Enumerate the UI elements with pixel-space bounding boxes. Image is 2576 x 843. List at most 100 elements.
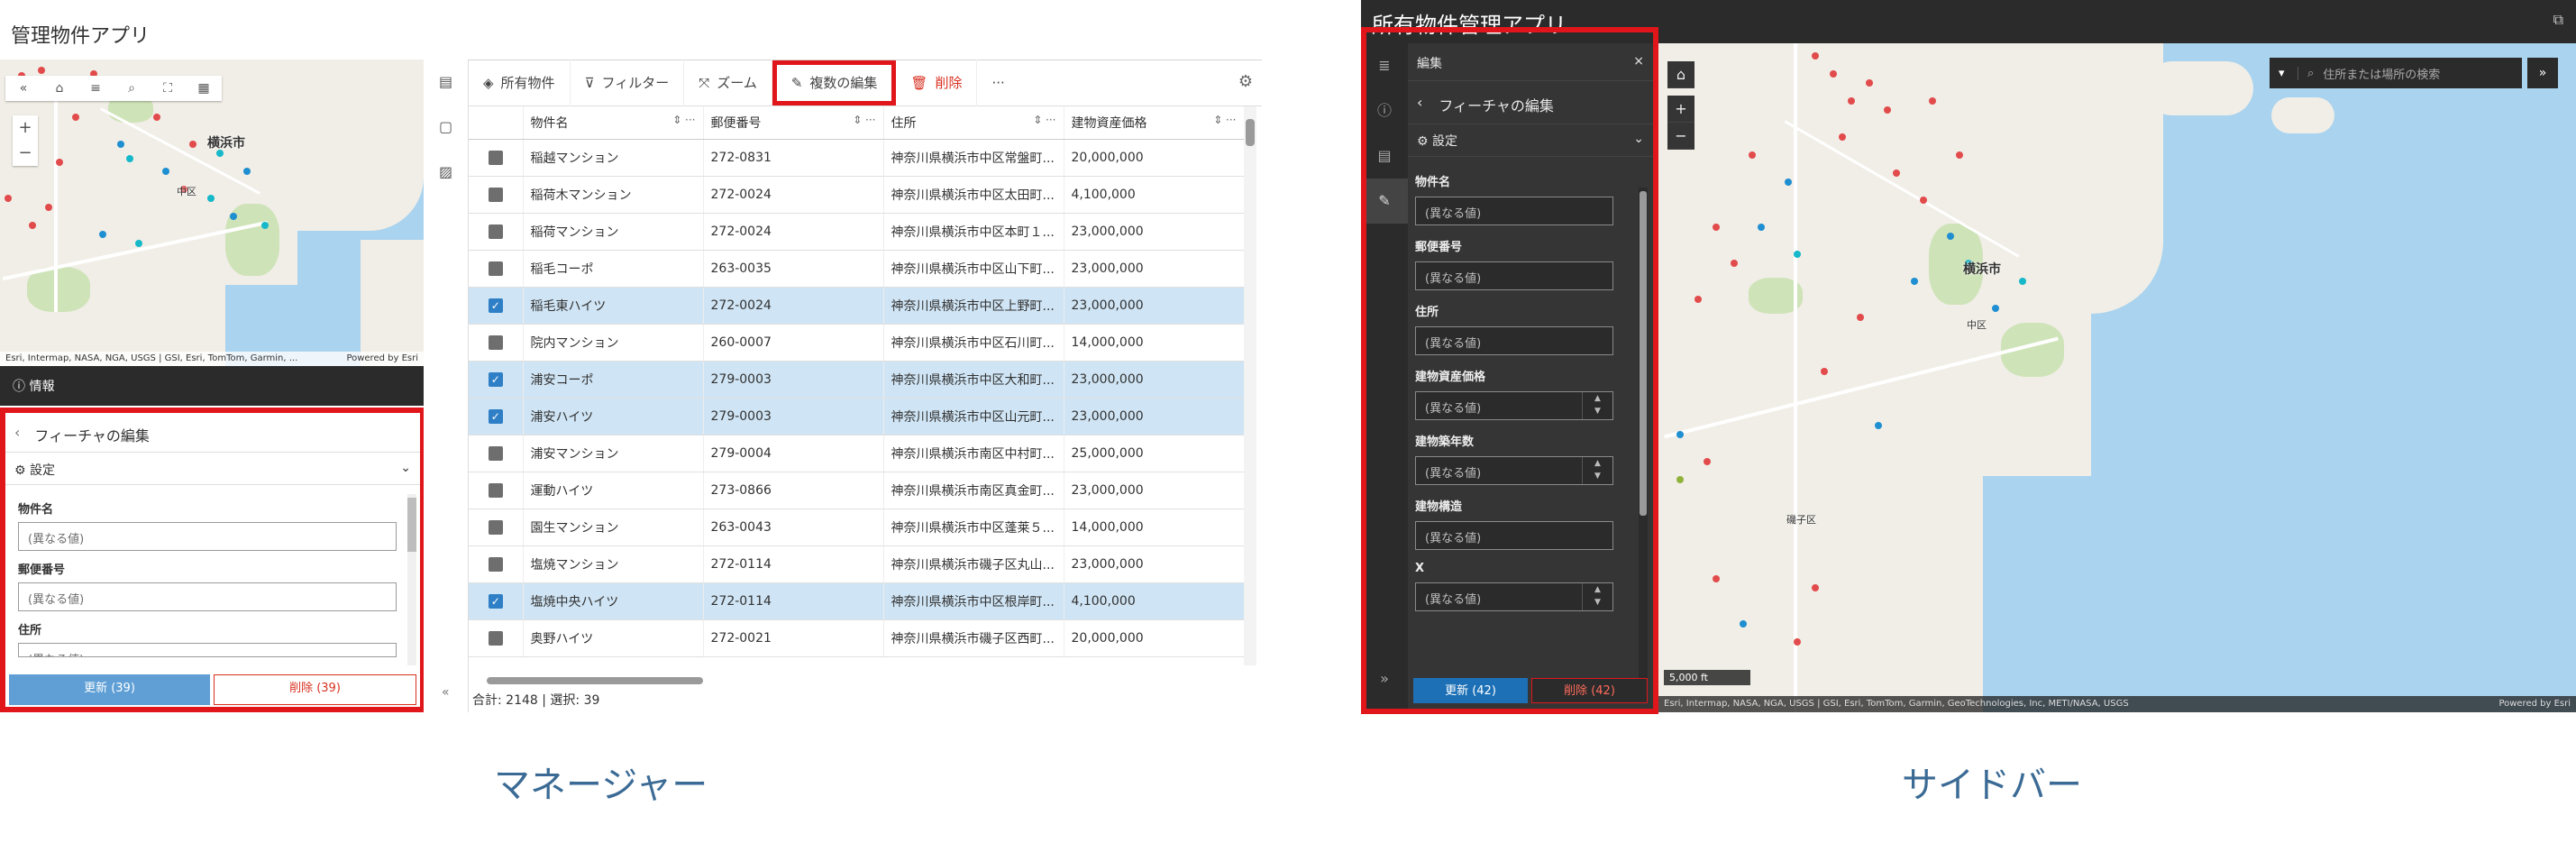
field-label-address: 住所 (18, 624, 42, 637)
zoom-label: ズーム (717, 75, 757, 91)
rail-collapse-icon[interactable]: « (442, 685, 450, 700)
table-row[interactable]: 稲毛コーポ 263-0035 神奈川県横浜市中区山下町... 23,000,000 (469, 250, 1244, 288)
multi-edit-button[interactable]: ✎ 複数の編集 (772, 60, 897, 105)
sort-icon[interactable]: ⇕ ··· (1033, 114, 1055, 126)
zip-input[interactable]: (異なる値) (18, 582, 397, 611)
info-icon: ⓘ (13, 380, 25, 394)
row-checkbox[interactable] (488, 187, 503, 202)
zoom-icon: ⤧ (699, 74, 710, 91)
attribution-text: Esri, Intermap, NASA, NGA, USGS | GSI, E… (1664, 699, 2129, 709)
gear-icon[interactable]: ⚙ (1238, 72, 1253, 91)
table-row[interactable]: ✓ 稲毛東ハイツ 272-0024 神奈川県横浜市中区上野町... 23,000,000 (469, 287, 1244, 325)
map-view[interactable]: 横浜市 中区 « ⌂ ≡ ⌕ ⛶ ▦ + − Esri, Intermap, N… (0, 60, 424, 366)
row-checkbox[interactable] (488, 482, 503, 498)
home-control: ⌂ (1667, 61, 1694, 88)
name-input[interactable]: (異なる値) (18, 522, 397, 551)
search-widget[interactable]: ▾ ⌕ 住所または場所の検索 (2270, 58, 2522, 88)
row-checkbox[interactable] (488, 334, 503, 350)
table-cell-address: 神奈川県横浜市磯子区丸山... (883, 545, 1064, 583)
list-icon[interactable]: ≡ (78, 76, 114, 101)
row-checkbox[interactable] (488, 519, 503, 535)
map-view[interactable]: 横浜市 中区 磯子区 ⌂ + − ▾ ⌕ 住所または場所の検索 » 5,000 … (1658, 43, 2576, 712)
column-header[interactable]: 物件名 ⇕ ··· (523, 106, 704, 140)
search-input[interactable]: 住所または場所の検索 (2323, 65, 2440, 82)
zoom-in-button[interactable]: + (1667, 96, 1694, 123)
home-icon[interactable]: ⌂ (1667, 61, 1694, 88)
square-icon[interactable]: ▢ (424, 105, 468, 150)
delete-button[interactable]: 削除 (39) (214, 674, 416, 705)
update-button[interactable]: 更新 (39) (9, 674, 210, 705)
powered-by[interactable]: Powered by Esri (346, 353, 418, 363)
row-checkbox[interactable]: ✓ (488, 408, 503, 424)
table-row[interactable]: 稲越マンション 272-0831 神奈川県横浜市中区常盤町... 20,000,000 (469, 139, 1244, 177)
table-row[interactable]: 院内マンション 260-0007 神奈川県横浜市中区石川町... 14,000,000 (469, 324, 1244, 362)
table-icon[interactable]: ▤ (424, 60, 468, 105)
layer-selector[interactable]: ◈ 所有物件 (469, 59, 571, 106)
zoom-out-button[interactable]: − (1667, 123, 1694, 150)
table-cell-zip: 272-0024 (703, 176, 884, 214)
edit-panel-title: フィーチャの編集 (34, 427, 150, 444)
collapse-icon[interactable]: « (5, 76, 41, 101)
image-icon[interactable]: ▨ (424, 150, 468, 195)
table-cell-name: 稲毛コーポ (523, 250, 704, 288)
manager-app: 管理物件アプリ 横浜市 中区 « ⌂ ≡ ⌕ ⛶ ▦ + − Esri, Int… (0, 0, 1262, 712)
expand-button[interactable]: » (2527, 58, 2558, 88)
table-row[interactable]: 奥野ハイツ 272-0021 神奈川県横浜市磯子区西町... 20,000,000 (469, 619, 1244, 657)
row-checkbox[interactable] (488, 630, 503, 646)
row-checkbox[interactable]: ✓ (488, 298, 503, 313)
zoom-in-button[interactable]: + (13, 115, 38, 141)
row-checkbox[interactable] (488, 261, 503, 276)
table-row[interactable]: 浦安マンション 279-0004 神奈川県横浜市南区中村町... 25,000,000 (469, 435, 1244, 472)
table-cell-address: 神奈川県横浜市中区本町１... (883, 213, 1064, 251)
row-checkbox[interactable]: ✓ (488, 371, 503, 387)
search-source-dropdown-icon[interactable]: ▾ (2279, 66, 2298, 80)
info-bar[interactable]: ⓘ 情報 (0, 366, 424, 406)
back-icon[interactable]: ‹ (14, 424, 20, 441)
table-row[interactable]: 園生マンション 263-0043 神奈川県横浜市中区蓬莱５... 14,000,000 (469, 509, 1244, 546)
table-cell-address: 神奈川県横浜市中区常盤町... (883, 139, 1064, 177)
home-icon[interactable]: ⌂ (41, 76, 78, 101)
table-vertical-scrollbar[interactable] (1244, 106, 1256, 665)
table-row[interactable]: 運動ハイツ 273-0866 神奈川県横浜市南区真金町... 23,000,000 (469, 472, 1244, 509)
table-row[interactable]: ✓ 浦安ハイツ 279-0003 神奈川県横浜市中区山元町... 23,000,000 (469, 398, 1244, 435)
sort-icon[interactable]: ⇕ ··· (672, 114, 695, 126)
filter-button[interactable]: ⊽ フィルター (571, 59, 685, 106)
column-header[interactable]: 住所 ⇕ ··· (883, 106, 1064, 140)
fullscreen-icon[interactable]: ⛶ (150, 76, 186, 101)
table-cell-zip: 279-0003 (703, 361, 884, 399)
row-checkbox[interactable] (488, 445, 503, 461)
sort-icon[interactable]: ⇕ ··· (853, 114, 875, 126)
table-row[interactable]: ✓ 浦安コーポ 279-0003 神奈川県横浜市中区大和町... 23,000,000 (469, 361, 1244, 399)
row-checkbox[interactable] (488, 224, 503, 239)
basemap-icon[interactable]: ▦ (186, 76, 222, 101)
table-cell-price: 25,000,000 (1064, 435, 1244, 472)
table-cell-address: 神奈川県横浜市中区太田町... (883, 176, 1064, 214)
row-checkbox[interactable] (488, 556, 503, 572)
table-horizontal-scrollbar[interactable] (469, 674, 1244, 687)
row-checkbox[interactable] (488, 150, 503, 165)
table-cell-name: 浦安マンション (523, 435, 704, 472)
settings-row[interactable]: ⚙ 設定 ⌄ (5, 453, 420, 485)
column-header[interactable]: 建物資産価格 ⇕ ··· (1064, 106, 1244, 140)
more-button[interactable]: ··· (977, 60, 1019, 106)
edit-panel-scrollbar[interactable] (407, 494, 416, 665)
zoom-out-button[interactable]: − (13, 141, 38, 166)
search-icon[interactable]: ⌕ (114, 76, 150, 101)
filter-icon: ⊽ (584, 74, 595, 91)
zoom-button[interactable]: ⤧ ズーム (684, 59, 772, 106)
external-link-icon[interactable]: ⧉ (2553, 11, 2563, 29)
sort-icon[interactable]: ⇕ ··· (1213, 114, 1236, 126)
table-cell-address: 神奈川県横浜市南区中村町... (883, 435, 1064, 472)
delete-toolbar-button[interactable]: 🗑 削除 (896, 59, 978, 106)
multi-edit-label: 複数の編集 (809, 75, 878, 91)
address-input[interactable]: (異なる値) (18, 643, 397, 657)
row-checkbox[interactable]: ✓ (488, 593, 503, 609)
table-row[interactable]: 塩焼マンション 272-0114 神奈川県横浜市磯子区丸山... 23,000,000 (469, 545, 1244, 583)
column-header[interactable]: 郵便番号 ⇕ ··· (703, 106, 884, 140)
powered-by[interactable]: Powered by Esri (2498, 699, 2571, 709)
table-row[interactable]: 稲荷木マンション 272-0024 神奈川県横浜市中区太田町... 4,100,000 (469, 176, 1244, 214)
table-cell-zip: 263-0043 (703, 509, 884, 546)
table-row[interactable]: 稲荷マンション 272-0024 神奈川県横浜市中区本町１... 23,000,000 (469, 213, 1244, 251)
zoom-control: + − (13, 115, 38, 166)
table-row[interactable]: ✓ 塩焼中央ハイツ 272-0114 神奈川県横浜市中区根岸町... 4,100,000 (469, 582, 1244, 620)
